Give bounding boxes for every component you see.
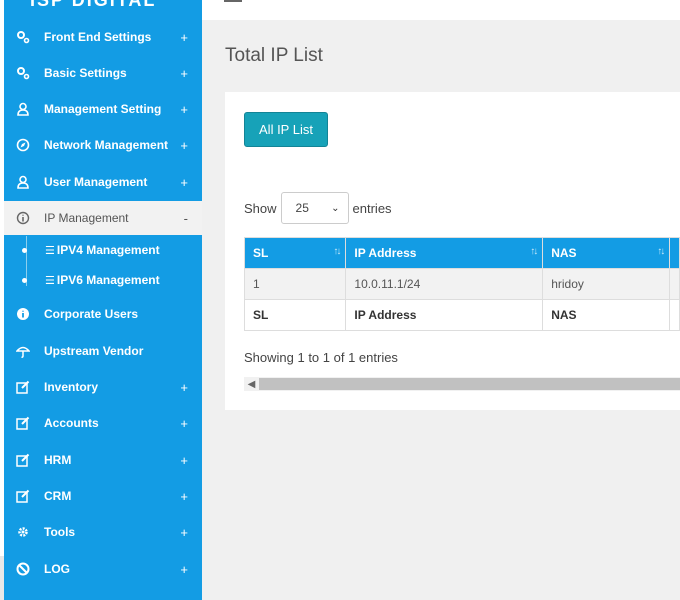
sort-icon: ↑↓ <box>333 246 341 257</box>
compass-icon <box>16 138 30 152</box>
umbrella-icon <box>15 344 31 358</box>
brand-logo: ISP DIGITAL <box>30 0 157 10</box>
footer-ip-address: IP Address <box>345 299 544 331</box>
sidebar-item-label: Basic Settings <box>44 66 127 80</box>
sidebar-panel: ISP DIGITAL Front End Settings + Basic S… <box>4 0 202 600</box>
sidebar-item-label: Corporate Users <box>44 307 139 321</box>
horizontal-scrollbar[interactable]: ◀ <box>244 377 680 391</box>
expand-icon: + <box>180 561 188 577</box>
expand-icon: + <box>180 137 188 153</box>
table-header-row: SL ↑↓ IP Address ↑↓ NAS ↑↓ <box>243 237 680 269</box>
edit-icon <box>16 416 30 430</box>
sort-icon: ↑↓ <box>657 246 665 257</box>
list-icon: ☰ <box>45 244 55 257</box>
footer-overflow <box>669 299 680 331</box>
sidebar-item-label: Tools <box>44 525 76 539</box>
sidebar-item-label: IP Management <box>44 211 129 225</box>
sidebar-subitem-label: IPV6 Management <box>56 273 160 287</box>
sidebar-item-corporate-users[interactable]: Corporate Users <box>4 296 202 332</box>
sidebar-subitem-ipv6-management[interactable]: ☰ IPV6 Management <box>4 265 202 295</box>
collapse-icon: - <box>183 210 188 226</box>
sidebar-item-label: Accounts <box>44 416 99 430</box>
page-length-select[interactable]: 25 ⌄ <box>280 192 349 224</box>
top-bar <box>202 0 680 20</box>
sidebar-item-network-management[interactable]: Network Management + <box>4 127 202 163</box>
sidebar-item-label: Inventory <box>44 380 99 394</box>
scroll-thumb[interactable] <box>259 378 680 390</box>
sidebar-item-label: HRM <box>44 453 72 467</box>
sidebar-item-ip-management[interactable]: IP Management - <box>4 201 202 235</box>
entries-label: entries <box>352 200 392 216</box>
column-header-sl[interactable]: SL ↑↓ <box>243 237 347 269</box>
menu-toggle-icon[interactable] <box>224 0 242 2</box>
edit-icon <box>16 489 30 503</box>
user-icon <box>16 175 30 189</box>
gears-icon <box>16 30 30 44</box>
scroll-left-icon[interactable]: ◀ <box>244 377 259 391</box>
table-row: 1 10.0.11.1/24 hridoy <box>243 268 680 300</box>
expand-icon: + <box>180 65 188 81</box>
footer-sl: SL <box>243 299 347 331</box>
page-length-value: 25 <box>295 201 309 215</box>
footer-nas: NAS <box>542 299 671 331</box>
sidebar-subitem-ipv4-management[interactable]: ☰ IPV4 Management <box>4 235 202 265</box>
sidebar-item-tools[interactable]: Tools + <box>4 514 202 550</box>
sort-icon: ↑↓ <box>530 246 538 257</box>
info-icon <box>16 211 30 225</box>
page-length-control: Show 25 ⌄ entries <box>244 192 392 224</box>
all-ip-list-button[interactable]: All IP List <box>244 112 328 147</box>
expand-icon: + <box>180 452 188 468</box>
cell-overflow <box>669 268 680 300</box>
edit-icon <box>16 380 30 394</box>
sidebar-item-user-management[interactable]: User Management + <box>4 164 202 200</box>
sidebar: ISP DIGITAL Front End Settings + Basic S… <box>0 0 202 600</box>
sidebar-item-accounts[interactable]: Accounts + <box>4 405 202 441</box>
column-header-nas[interactable]: NAS ↑↓ <box>542 237 671 269</box>
sidebar-item-label: Management Setting <box>44 102 162 116</box>
sidebar-item-crm[interactable]: CRM + <box>4 478 202 514</box>
ban-icon <box>16 562 30 576</box>
sidebar-subitem-label: IPV4 Management <box>56 243 160 257</box>
sidebar-item-front-end-settings[interactable]: Front End Settings + <box>4 19 202 55</box>
sidebar-item-basic-settings[interactable]: Basic Settings + <box>4 55 202 91</box>
table-info: Showing 1 to 1 of 1 entries <box>244 350 398 365</box>
column-header-ip-address[interactable]: IP Address ↑↓ <box>345 237 544 269</box>
ip-table: SL ↑↓ IP Address ↑↓ NAS ↑↓ 1 10.0.11.1/24 h… <box>243 237 680 331</box>
expand-icon: + <box>180 524 188 540</box>
sidebar-item-label: Front End Settings <box>44 30 152 44</box>
cell-nas: hridoy <box>542 268 671 300</box>
bullet-icon <box>22 277 27 283</box>
cell-ip-address-link[interactable]: 10.0.11.1/24 <box>345 268 544 300</box>
cell-sl: 1 <box>243 268 347 300</box>
list-icon: ☰ <box>45 274 55 287</box>
expand-icon: + <box>180 379 188 395</box>
user-icon <box>16 102 30 116</box>
sidebar-item-management-setting[interactable]: Management Setting + <box>4 91 202 127</box>
bullet-icon <box>22 247 27 253</box>
sidebar-item-hrm[interactable]: HRM + <box>4 442 202 478</box>
edit-icon <box>16 453 30 467</box>
show-label: Show <box>244 200 277 216</box>
column-header-overflow <box>669 237 680 269</box>
chevron-down-icon: ⌄ <box>331 202 340 214</box>
sidebar-item-log[interactable]: LOG + <box>4 551 202 587</box>
sidebar-item-label: CRM <box>44 489 72 503</box>
sidebar-item-inventory[interactable]: Inventory + <box>4 369 202 405</box>
gears-icon <box>16 66 30 80</box>
sidebar-item-label: Network Management <box>44 138 169 152</box>
expand-icon: + <box>180 174 188 190</box>
sidebar-item-label: User Management <box>44 175 148 189</box>
expand-icon: + <box>180 29 188 45</box>
info-icon <box>16 307 30 321</box>
expand-icon: + <box>180 415 188 431</box>
table-footer-row: SL IP Address NAS <box>243 299 680 331</box>
cog-icon <box>16 525 30 539</box>
sidebar-item-upstream-vendor[interactable]: Upstream Vendor <box>4 333 202 369</box>
ip-list-card: All IP List Show 25 ⌄ entries SL ↑↓ IP Ad… <box>225 92 680 410</box>
sidebar-item-label: Upstream Vendor <box>44 344 144 358</box>
expand-icon: + <box>180 488 188 504</box>
page-title: Total IP List <box>225 45 323 66</box>
expand-icon: + <box>180 101 188 117</box>
sidebar-item-label: LOG <box>44 562 70 576</box>
